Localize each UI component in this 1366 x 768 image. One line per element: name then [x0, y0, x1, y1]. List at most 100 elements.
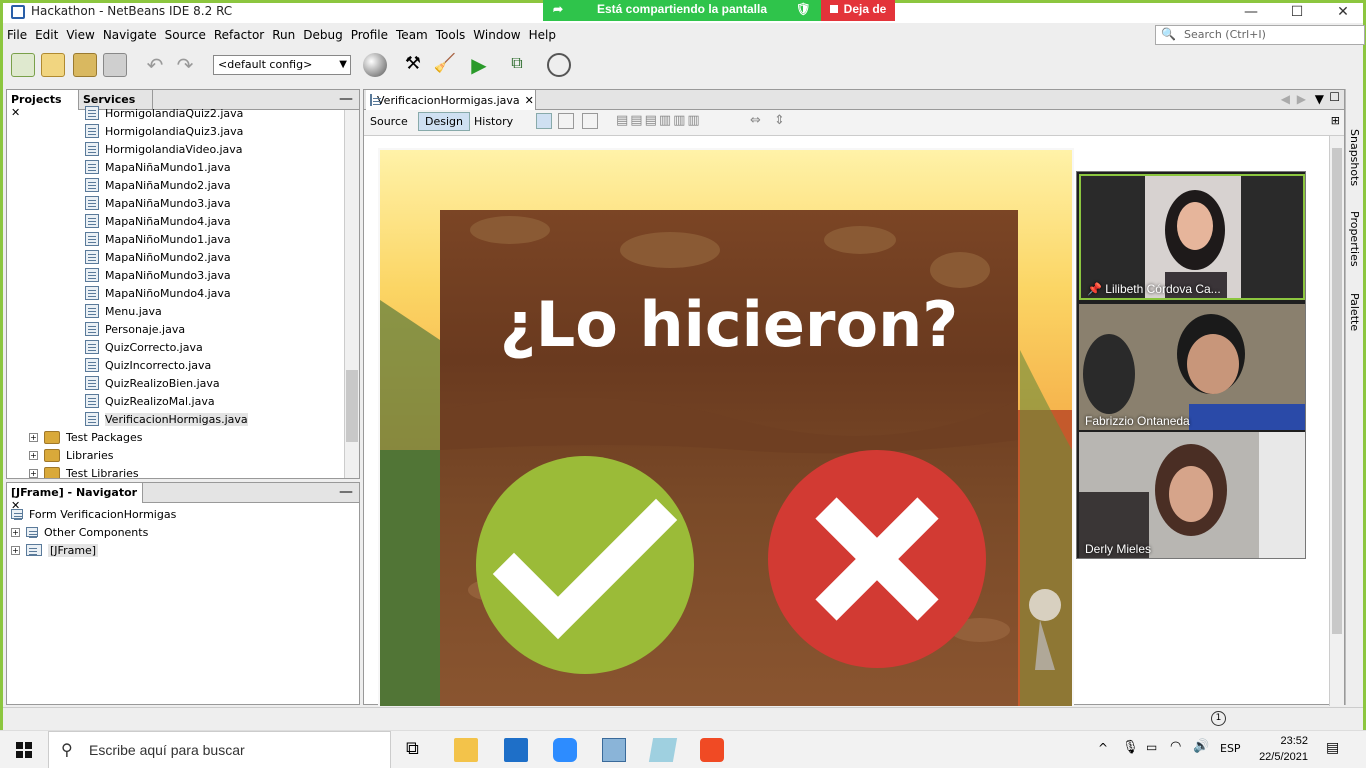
close-icon[interactable]: ✕ [525, 94, 534, 107]
file-item[interactable]: MapaNiñoMundo4.java [85, 284, 231, 302]
participant-tile-2[interactable]: Fabrizzio Ontaneda [1079, 304, 1305, 430]
palette-tab[interactable]: Palette [1348, 293, 1361, 331]
menu-window[interactable]: Window [469, 25, 524, 45]
preview-design-icon[interactable] [582, 113, 598, 129]
tab-list-icon[interactable]: ▼ [1315, 92, 1324, 106]
expand-icon[interactable]: + [29, 432, 38, 442]
file-item[interactable]: MapaNiñaMundo2.java [85, 176, 231, 194]
maximize-editor-icon[interactable]: ☐ [1329, 90, 1340, 104]
profile-icon[interactable] [547, 53, 571, 77]
menu-refactor[interactable]: Refactor [210, 25, 268, 45]
expand-icon[interactable]: + [29, 468, 38, 478]
menu-navigate[interactable]: Navigate [99, 25, 161, 45]
stop-share-button[interactable]: Deja de [821, 0, 895, 21]
editor-scrollbar[interactable] [1329, 136, 1344, 706]
tab-navigator[interactable]: [JFrame] - Navigator ✕ [7, 483, 143, 512]
menu-team[interactable]: Team [392, 25, 432, 45]
expand-icon[interactable]: + [11, 527, 20, 537]
expand-icon[interactable]: + [11, 545, 20, 555]
brave-icon[interactable] [700, 738, 724, 762]
new-project-icon[interactable] [41, 53, 65, 77]
minimize-button[interactable]: — [1228, 3, 1274, 21]
close-button[interactable]: ✕ [1320, 3, 1366, 21]
participant-tile-1[interactable]: 📌 Lilibeth Córdova Ca... [1079, 174, 1305, 300]
menu-tools[interactable]: Tools [432, 25, 470, 45]
nav-other-components[interactable]: + Other Components [11, 523, 148, 541]
menu-view[interactable]: View [62, 25, 98, 45]
wifi-icon[interactable]: ◠ [1170, 739, 1181, 754]
undo-icon[interactable]: ↶ [143, 53, 167, 77]
yes-button[interactable] [476, 456, 694, 674]
debug-icon[interactable]: ⧉ [505, 53, 529, 77]
menu-debug[interactable]: Debug [299, 25, 346, 45]
menu-run[interactable]: Run [268, 25, 299, 45]
volume-icon[interactable]: 🔊 [1193, 739, 1209, 754]
new-file-icon[interactable] [11, 53, 35, 77]
mode-history[interactable]: History [474, 115, 513, 128]
file-item[interactable]: MapaNiñoMundo1.java [85, 230, 231, 248]
folder-item[interactable]: + Libraries [29, 446, 114, 464]
resize-horizontal-icon[interactable]: ⇔ [750, 113, 761, 128]
task-view-icon[interactable]: ⧉ [406, 738, 430, 762]
zoom-icon[interactable] [553, 738, 577, 762]
properties-tab[interactable]: Properties [1348, 211, 1361, 267]
scroll-left-icon[interactable]: ◀ [1281, 92, 1290, 106]
search-input[interactable]: Search (Ctrl+I) [1155, 25, 1365, 45]
clock[interactable]: 23:52 22/5/2021 [1250, 733, 1308, 765]
scroll-right-icon[interactable]: ▶ [1297, 92, 1306, 106]
scroll-thumb[interactable] [1332, 148, 1342, 634]
clean-build-icon[interactable]: 🧹 [433, 53, 457, 77]
menu-profile[interactable]: Profile [347, 25, 392, 45]
mode-design[interactable]: Design [418, 112, 470, 131]
file-item[interactable]: MapaNiñaMundo1.java [85, 158, 231, 176]
notifications-icon[interactable]: 1 [1211, 711, 1226, 726]
build-hammer-icon[interactable]: ⚒ [401, 53, 425, 77]
expand-icon[interactable]: + [29, 450, 38, 460]
config-select[interactable]: <default config> ▼ [213, 55, 351, 75]
connection-mode-icon[interactable] [558, 113, 574, 129]
open-project-icon[interactable] [73, 53, 97, 77]
align-tools-icon[interactable]: ▤▤▤▥▥▥ [616, 113, 702, 128]
scroll-thumb[interactable] [346, 370, 358, 442]
file-item[interactable]: HormigolandiaQuiz2.java [85, 104, 243, 122]
file-item[interactable]: Personaje.java [85, 320, 185, 338]
file-item[interactable]: MapaNiñaMundo3.java [85, 194, 231, 212]
virtualbox-icon[interactable] [602, 738, 626, 762]
start-button[interactable] [16, 742, 32, 758]
file-item[interactable]: QuizRealizoMal.java [85, 392, 215, 410]
target-platform-icon[interactable] [363, 53, 387, 77]
folder-item[interactable]: + Test Libraries [29, 464, 139, 478]
file-item[interactable]: MapaNiñoMundo3.java [85, 266, 231, 284]
tray-chevron-icon[interactable]: ^ [1098, 741, 1108, 755]
file-item[interactable]: MapaNiñaMundo4.java [85, 212, 231, 230]
language-indicator[interactable]: ESP [1220, 742, 1241, 755]
menu-edit[interactable]: Edit [31, 25, 62, 45]
run-icon[interactable]: ▶ [467, 53, 491, 77]
nav-form-item[interactable]: Form VerificacionHormigas [11, 505, 176, 523]
snapshots-tab[interactable]: Snapshots [1348, 129, 1361, 186]
file-item[interactable]: Menu.java [85, 302, 162, 320]
netbeans-taskbar-icon[interactable] [648, 738, 678, 762]
redo-icon[interactable]: ↷ [173, 53, 197, 77]
resize-vertical-icon[interactable]: ⇕ [774, 113, 785, 128]
file-item[interactable]: MapaNiñoMundo2.java [85, 248, 231, 266]
notification-center-icon[interactable]: ▤ [1326, 740, 1339, 756]
tab-verificacion[interactable]: VerificacionHormigas.java ✕ [366, 90, 536, 110]
menu-file[interactable]: File [3, 25, 31, 45]
mode-source[interactable]: Source [370, 115, 408, 128]
folder-item[interactable]: + Test Packages [29, 428, 142, 446]
file-item[interactable]: QuizCorrecto.java [85, 338, 203, 356]
microphone-icon[interactable]: 🎙 [1122, 740, 1139, 755]
save-all-icon[interactable] [103, 53, 127, 77]
participant-tile-3[interactable]: Derly Mieles [1079, 432, 1305, 558]
nav-jframe[interactable]: + [JFrame] [11, 541, 99, 559]
expand-design-icon[interactable]: ⊞ [1331, 114, 1340, 127]
file-item[interactable]: QuizIncorrecto.java [85, 356, 211, 374]
no-button[interactable] [768, 450, 986, 668]
menu-source[interactable]: Source [161, 25, 210, 45]
mail-icon[interactable] [504, 738, 528, 762]
file-explorer-icon[interactable] [454, 738, 478, 762]
menu-help[interactable]: Help [525, 25, 560, 45]
maximize-button[interactable]: ☐ [1274, 3, 1320, 21]
file-item[interactable]: HormigolandiaQuiz3.java [85, 122, 243, 140]
